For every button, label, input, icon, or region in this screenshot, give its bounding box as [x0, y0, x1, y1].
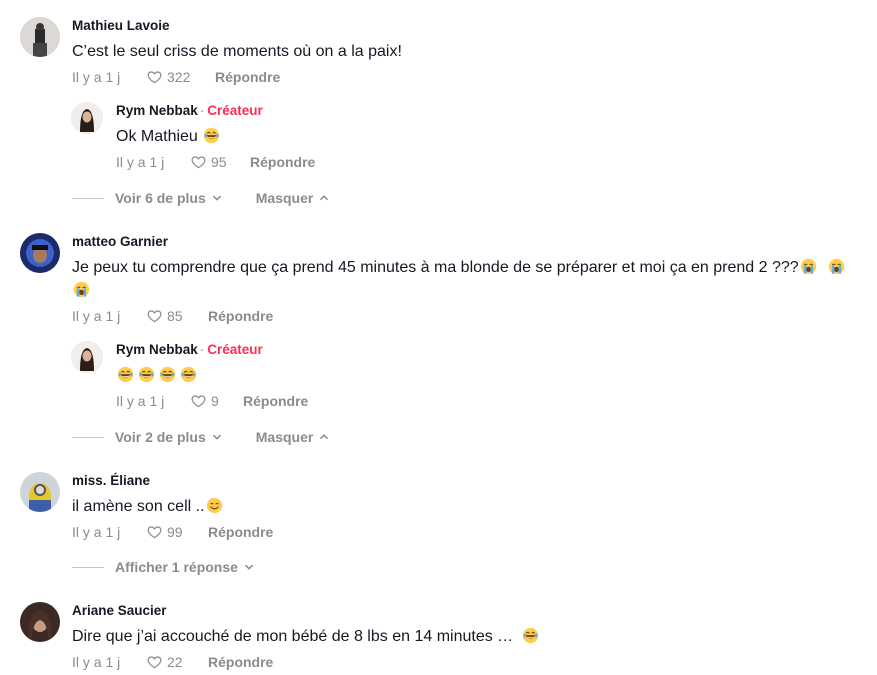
comment-text: Je peux tu comprendre que ça prend 45 mi…	[72, 256, 862, 302]
divider-line	[72, 197, 104, 199]
creator-badge: Créateur	[207, 103, 263, 118]
avatar[interactable]	[20, 472, 60, 512]
like-button[interactable]: 9	[190, 393, 243, 409]
comment-author[interactable]: matteo Garnier	[72, 234, 168, 249]
heart-icon	[190, 393, 207, 409]
comment-text: Dire que j’ai accouché de mon bébé de 8 …	[72, 625, 862, 648]
laughing-face-icon	[117, 366, 134, 383]
like-button[interactable]: 95	[190, 154, 250, 170]
chevron-up-icon	[319, 193, 329, 203]
reply-time: Il y a 1 j	[116, 393, 165, 409]
divider-line	[72, 436, 104, 438]
smiling-face-icon	[206, 497, 223, 514]
like-count: 95	[211, 154, 227, 170]
comment-time: Il y a 1 j	[72, 524, 121, 540]
chevron-up-icon	[319, 432, 329, 442]
reply-time: Il y a 1 j	[116, 154, 165, 170]
like-count: 9	[211, 393, 219, 409]
reply-button[interactable]: Répondre	[208, 308, 273, 324]
view-more-replies-button[interactable]: Voir 2 de plus	[115, 429, 222, 445]
comment-author[interactable]: miss. Éliane	[72, 473, 150, 488]
reply-author[interactable]: Rym Nebbak	[116, 103, 198, 118]
like-button[interactable]: 99	[146, 524, 208, 540]
reply-button[interactable]: Répondre	[250, 154, 315, 170]
comment-time: Il y a 1 j	[72, 69, 121, 85]
chevron-down-icon	[212, 432, 222, 442]
laughing-face-icon	[138, 366, 155, 383]
chevron-down-icon	[244, 562, 254, 572]
laughing-face-icon	[203, 127, 220, 144]
avatar[interactable]	[71, 341, 103, 373]
heart-icon	[146, 524, 163, 540]
like-count: 322	[167, 69, 191, 85]
badge-separator: ·	[199, 342, 205, 357]
divider-line	[72, 566, 104, 568]
comment-author[interactable]: Mathieu Lavoie	[72, 18, 170, 33]
laughing-face-icon	[522, 627, 539, 644]
reply-button[interactable]: Répondre	[208, 524, 273, 540]
heart-icon	[146, 654, 163, 670]
hide-replies-button[interactable]: Masquer	[256, 190, 330, 206]
crying-face-icon	[73, 281, 90, 298]
like-count: 99	[167, 524, 183, 540]
reply-text	[116, 364, 877, 387]
hide-replies-button[interactable]: Masquer	[256, 429, 330, 445]
crying-face-icon	[800, 258, 817, 275]
like-button[interactable]: 322	[146, 69, 208, 85]
reply-button[interactable]: Répondre	[243, 393, 308, 409]
like-count: 22	[167, 654, 183, 670]
heart-icon	[146, 69, 163, 85]
badge-separator: ·	[199, 103, 205, 118]
reply-button[interactable]: Répondre	[215, 69, 280, 85]
comment-author[interactable]: Ariane Saucier	[72, 603, 167, 618]
reply-button[interactable]: Répondre	[208, 654, 273, 670]
chevron-down-icon	[212, 193, 222, 203]
reply-author[interactable]: Rym Nebbak	[116, 342, 198, 357]
heart-icon	[190, 154, 207, 170]
reply-text: Ok Mathieu	[116, 125, 877, 148]
avatar[interactable]	[20, 233, 60, 273]
comment-time: Il y a 1 j	[72, 654, 121, 670]
laughing-face-icon	[159, 366, 176, 383]
comment-text: il amène son cell ..	[72, 495, 862, 518]
crying-face-icon	[828, 258, 845, 275]
avatar[interactable]	[20, 602, 60, 642]
show-replies-button[interactable]: Afficher 1 réponse	[115, 559, 254, 575]
view-more-replies-button[interactable]: Voir 6 de plus	[115, 190, 222, 206]
comment-text: C’est le seul criss de moments où on a l…	[72, 43, 402, 60]
like-count: 85	[167, 308, 183, 324]
like-button[interactable]: 22	[146, 654, 208, 670]
comment-time: Il y a 1 j	[72, 308, 121, 324]
like-button[interactable]: 85	[146, 308, 208, 324]
avatar[interactable]	[20, 17, 60, 57]
avatar[interactable]	[71, 102, 103, 134]
heart-icon	[146, 308, 163, 324]
creator-badge: Créateur	[207, 342, 263, 357]
laughing-face-icon	[180, 366, 197, 383]
